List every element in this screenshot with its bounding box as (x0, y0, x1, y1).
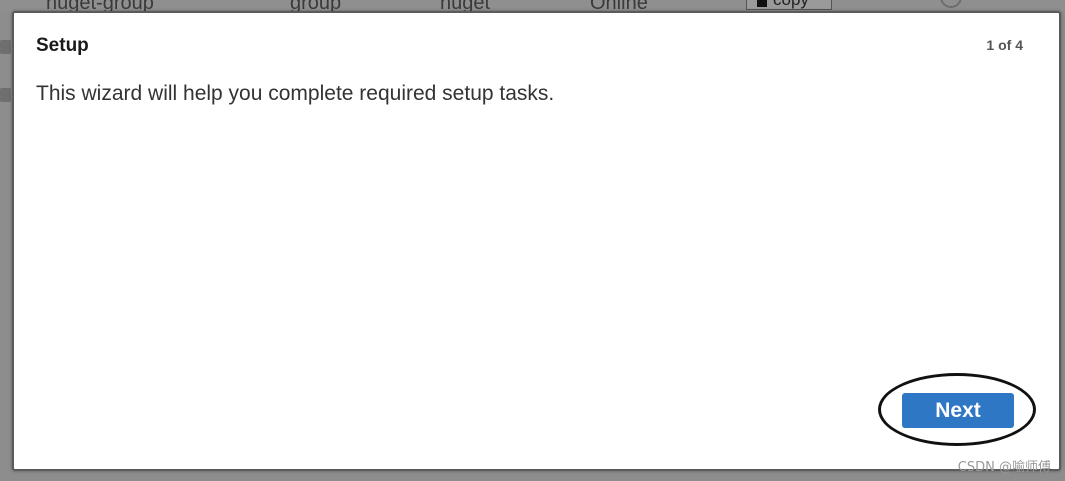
watermark: CSDN @喻师傅 (957, 460, 1051, 475)
copy-label: copy (773, 0, 809, 9)
health-check-icon (940, 0, 962, 8)
next-button[interactable]: Next (902, 393, 1014, 428)
server-icon (0, 88, 11, 102)
database-icon (0, 40, 11, 54)
dialog-message: This wizard will help you complete requi… (36, 82, 555, 105)
step-indicator: 1 of 4 (986, 37, 1023, 53)
dialog-title: Setup (36, 35, 89, 56)
copy-url-button[interactable]: copy (746, 0, 832, 10)
clipboard-icon (757, 0, 767, 7)
